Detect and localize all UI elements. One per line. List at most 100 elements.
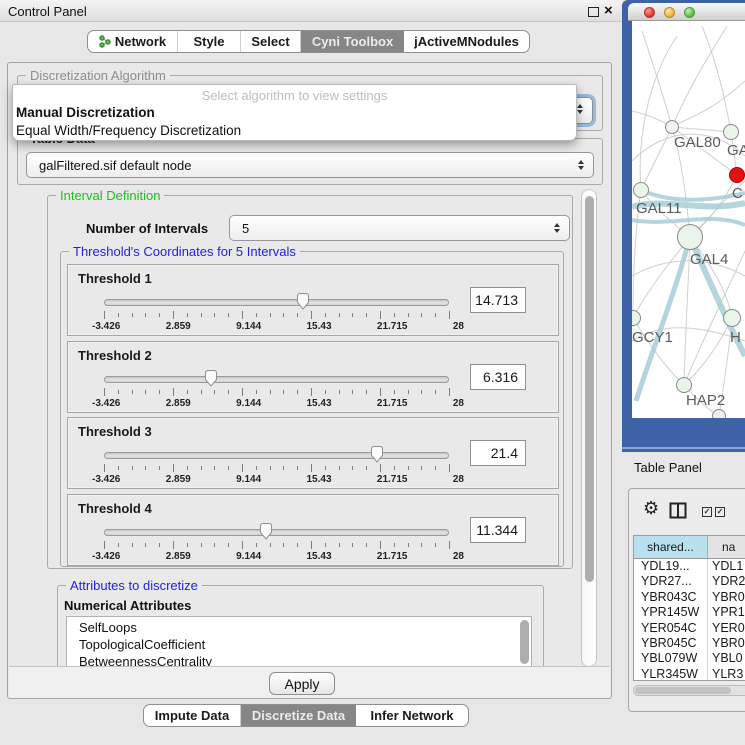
threshold-slider[interactable]: -3.4262.8599.14415.4321.71528	[104, 521, 449, 565]
cell-name[interactable]: YER0	[708, 621, 745, 636]
attribute-list-item[interactable]: SelfLoops	[79, 619, 531, 636]
list-scrollbar-thumb[interactable]	[520, 620, 529, 664]
network-node[interactable]	[729, 167, 745, 183]
cell-shared-name[interactable]: YBL079W	[634, 651, 708, 666]
table-row[interactable]: YBR045C YBR0	[634, 636, 745, 651]
axis-tick-label: -3.426	[92, 321, 120, 332]
node-table: shared... na YDL19... YDL1 YDR27... YDR2	[633, 535, 745, 681]
axis-tick-label: -3.426	[92, 551, 120, 562]
slider-thumb[interactable]	[295, 292, 311, 311]
axis-tick-label: 28	[453, 398, 464, 409]
cell-name[interactable]: YDL1	[708, 559, 745, 574]
select-columns-icons[interactable]: ✓ ✓	[702, 507, 725, 517]
algorithm-dropdown-popup: Select algorithm to view settings Manual…	[12, 84, 577, 141]
number-of-intervals-combobox[interactable]: 5	[229, 215, 570, 241]
cell-shared-name[interactable]: YLR345W	[634, 667, 708, 681]
threshold-value-field[interactable]: 21.4	[470, 440, 526, 466]
threshold-value-field[interactable]: 14.713	[470, 287, 526, 313]
network-node[interactable]	[723, 309, 741, 327]
cell-name[interactable]: YBR0	[708, 590, 745, 605]
threshold-slider[interactable]: -3.4262.8599.14415.4321.71528	[104, 444, 449, 488]
slider-track[interactable]	[104, 529, 449, 536]
network-node[interactable]	[665, 120, 679, 134]
threshold-slider[interactable]: -3.4262.8599.14415.4321.71528	[104, 368, 449, 412]
table-row[interactable]: YDR27... YDR2	[634, 574, 745, 589]
slider-thumb[interactable]	[369, 445, 385, 464]
attribute-list-item[interactable]: BetweennessCentrality	[79, 653, 531, 667]
group-title: Discretization Algorithm	[26, 68, 170, 83]
table-hscrollbar[interactable]	[633, 685, 745, 696]
cell-name[interactable]: YBL0	[708, 651, 745, 666]
table-hscrollbar-thumb[interactable]	[635, 687, 731, 694]
table-row[interactable]: YDL19... YDL1	[634, 559, 745, 574]
network-node[interactable]	[723, 124, 739, 140]
cell-shared-name[interactable]: YPR145W	[634, 605, 708, 620]
cell-shared-name[interactable]: YBR045C	[634, 636, 708, 651]
table-row[interactable]: YBR043C YBR0	[634, 590, 745, 605]
tab-infer-network[interactable]: Infer Network	[356, 705, 468, 726]
column-header-shared-name[interactable]: shared...	[634, 536, 708, 558]
axis-tick-label: 9.144	[236, 474, 261, 485]
cell-shared-name[interactable]: YDR27...	[634, 574, 708, 589]
close-icon[interactable]: ×	[604, 1, 613, 21]
tab-jactivemnodules[interactable]: jActiveMNodules	[404, 31, 529, 52]
cell-name[interactable]: YPR1	[708, 605, 745, 620]
slider-thumb[interactable]	[203, 369, 219, 388]
scrollbar-thumb[interactable]	[585, 196, 594, 582]
columns-icon[interactable]	[669, 502, 687, 519]
slider-track[interactable]	[104, 452, 449, 459]
slider-thumb[interactable]	[258, 522, 274, 541]
attributes-group: Attributes to discretize Numerical Attri…	[57, 585, 544, 667]
cell-shared-name[interactable]: YER054C	[634, 621, 708, 636]
attribute-list-item[interactable]: TopologicalCoefficient	[79, 636, 531, 653]
cell-name[interactable]: YBR0	[708, 636, 745, 651]
close-traffic-light-icon[interactable]	[644, 7, 655, 18]
apply-button[interactable]: Apply	[269, 672, 335, 695]
threshold-panel: Threshold 4	[67, 494, 559, 566]
tab-network[interactable]: Network	[88, 31, 178, 52]
threshold-value-field[interactable]: 6.316	[470, 364, 526, 390]
cell-shared-name[interactable]: YBR043C	[634, 590, 708, 605]
cell-name[interactable]: YDR2	[708, 574, 745, 589]
numerical-attributes-label: Numerical Attributes	[64, 598, 191, 613]
zoom-traffic-light-icon[interactable]	[684, 7, 695, 18]
network-node[interactable]	[677, 224, 703, 250]
table-row[interactable]: YBL079W YBL0	[634, 651, 745, 666]
tab-cyni-toolbox[interactable]: Cyni Toolbox	[301, 31, 404, 52]
cell-name[interactable]: YLR3	[708, 667, 745, 681]
threshold-value-field[interactable]: 11.344	[470, 517, 526, 543]
slider-ticks	[104, 464, 449, 472]
float-window-icon[interactable]	[588, 7, 599, 17]
network-node[interactable]	[633, 182, 649, 198]
network-node[interactable]	[712, 409, 726, 418]
table-data-combobox[interactable]: galFiltered.sif default node	[26, 152, 594, 178]
tab-discretize-data[interactable]: Discretize Data	[241, 705, 356, 726]
cell-shared-name[interactable]: YDL19...	[634, 559, 708, 574]
axis-tick-label: 2.859	[166, 551, 191, 562]
table-row[interactable]: YER054C YER0	[634, 621, 745, 636]
table-row[interactable]: YLR345W YLR3	[634, 667, 745, 681]
table-row[interactable]: YPR145W YPR1	[634, 605, 745, 620]
column-header-name[interactable]: na	[708, 536, 745, 558]
tab-impute-data[interactable]: Impute Data	[144, 705, 241, 726]
threshold-panel: Threshold 1	[67, 264, 559, 336]
dropdown-item-equal-width[interactable]: Equal Width/Frequency Discretization	[13, 121, 576, 139]
network-node-label: GAL11	[636, 200, 682, 217]
threshold-slider[interactable]: -3.4262.8599.14415.4321.71528	[104, 291, 449, 335]
table-panel-title: Table Panel	[634, 460, 702, 475]
tab-style[interactable]: Style	[178, 31, 241, 52]
numerical-attributes-list: SelfLoopsTopologicalCoefficientBetweenne…	[66, 616, 532, 667]
gear-icon[interactable]: ⚙	[643, 498, 659, 519]
network-node-label: GCY1	[632, 329, 673, 346]
slider-track[interactable]	[104, 299, 449, 306]
minimize-traffic-light-icon[interactable]	[664, 7, 675, 18]
network-node[interactable]	[632, 310, 641, 326]
settings-scrollbar[interactable]	[581, 189, 597, 667]
network-canvas[interactable]: GAL80GALCGAL11GAL4GCY1HHAP2	[632, 21, 745, 418]
table-header-row: shared... na	[634, 536, 745, 559]
slider-axis: -3.4262.8599.14415.4321.71528	[92, 551, 464, 562]
dropdown-item-manual[interactable]: Manual Discretization	[13, 103, 576, 121]
network-node[interactable]	[676, 377, 692, 393]
tab-select[interactable]: Select	[241, 31, 301, 52]
slider-track[interactable]	[104, 376, 449, 383]
